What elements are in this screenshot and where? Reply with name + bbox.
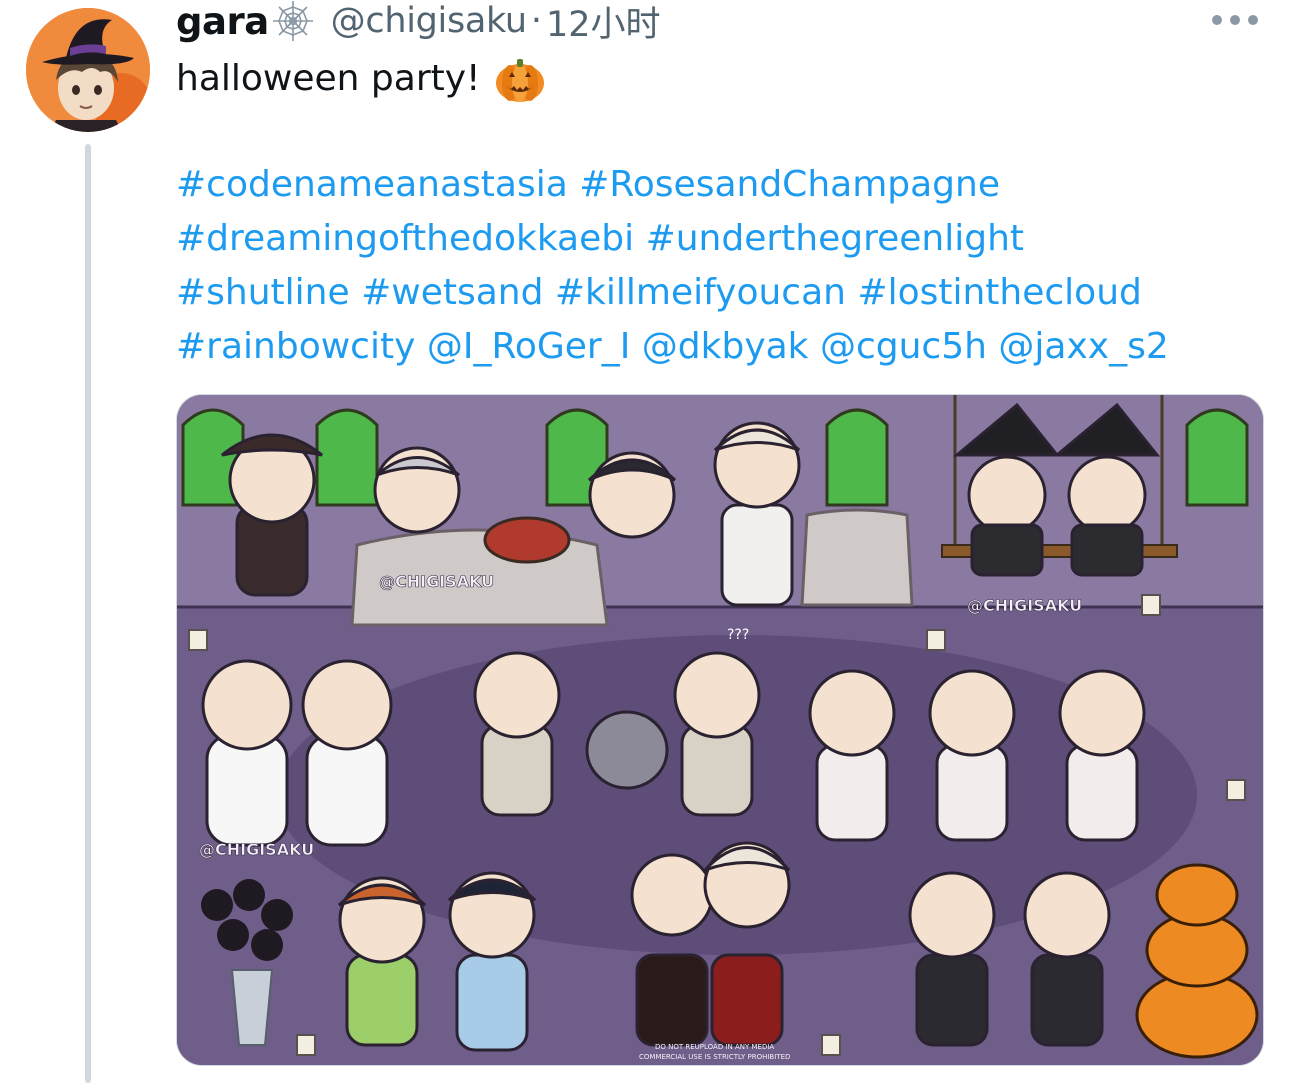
timestamp[interactable]: 12小时 bbox=[546, 0, 661, 47]
watermark-1: @CHIGISAKU bbox=[379, 572, 494, 591]
hashtag-line-1[interactable]: #codenameanastasia #RosesandChampagne bbox=[176, 164, 1000, 205]
jack-o-lantern-emoji bbox=[494, 53, 546, 105]
hashtag-line-2[interactable]: #dreamingofthedokkaebi #underthegreenlig… bbox=[176, 218, 1024, 259]
tweet: gara @chigisaku · 12小时 halloween party! bbox=[0, 0, 1290, 1083]
tweet-text-line: halloween party! bbox=[176, 58, 481, 99]
watermark-3: @CHIGISAKU bbox=[199, 840, 314, 859]
hashtag-line-3[interactable]: #shutline #wetsand #killmeifyoucan #lost… bbox=[176, 272, 1142, 313]
question-marks: ??? bbox=[727, 627, 749, 643]
tweet-text: halloween party! #codenameanastasia #Ros… bbox=[176, 52, 1256, 374]
thread-line bbox=[85, 144, 91, 1083]
media-image[interactable]: @CHIGISAKU @CHIGISAKU @CHIGISAKU DO NOT … bbox=[176, 394, 1264, 1066]
avatar[interactable] bbox=[26, 8, 150, 132]
hashtag-block: #codenameanastasia #RosesandChampagne #d… bbox=[176, 158, 1256, 374]
mentions-line[interactable]: #rainbowcity @I_RoGer_I @dkbyak @cguc5h … bbox=[176, 326, 1169, 367]
notice-line-2: COMMERCIAL USE IS STRICTLY PROHIBITED bbox=[639, 1053, 790, 1061]
separator-dot: · bbox=[530, 1, 542, 41]
user-handle[interactable]: @chigisaku bbox=[331, 1, 527, 41]
more-options-icon[interactable] bbox=[1212, 8, 1258, 32]
display-name[interactable]: gara bbox=[176, 0, 269, 43]
tweet-header: gara @chigisaku · 12小时 bbox=[176, 0, 661, 47]
watermark-2: @CHIGISAKU bbox=[967, 596, 1082, 615]
notice-line-1: DO NOT REUPLOAD IN ANY MEDIA bbox=[655, 1043, 774, 1051]
spiderweb-icon bbox=[271, 0, 315, 43]
